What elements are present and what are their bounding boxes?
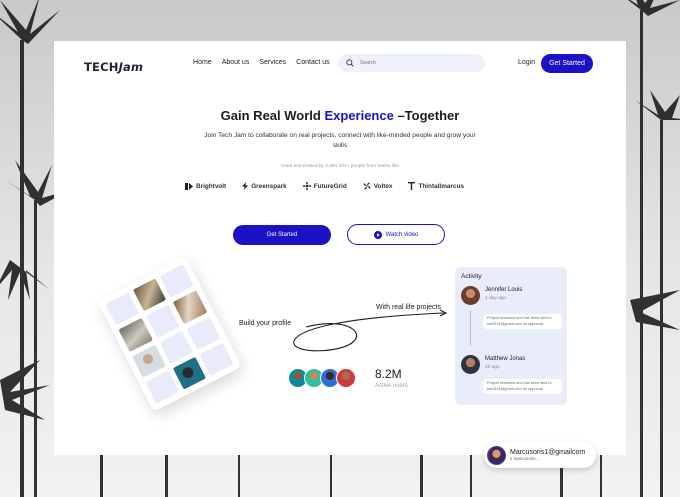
active-users-avatars bbox=[288, 368, 356, 388]
landing-page-card: TECHJam Home About us Services Contact u… bbox=[54, 41, 626, 455]
user-chip-name: Marcusoris1@gmailcom bbox=[510, 449, 586, 456]
activity-time: 1 day ago bbox=[485, 296, 507, 301]
avatar bbox=[461, 355, 480, 374]
activity-title: Activity bbox=[461, 273, 482, 280]
activity-card: Activity Jennifer Louis 1 day ago Projec… bbox=[455, 267, 567, 405]
activity-user-name: Matthew Jonas bbox=[485, 356, 526, 362]
activity-user-name: Jennifer Louis bbox=[485, 287, 523, 293]
avatar bbox=[487, 445, 506, 465]
user-chip[interactable]: Marcusoris1@gmailcom x marcusoris... bbox=[484, 442, 596, 468]
activity-entry[interactable]: Matthew Jonas 4h ago bbox=[461, 355, 525, 374]
activity-note: Project reviewed and has been sent to ti… bbox=[483, 314, 562, 329]
avatar bbox=[336, 368, 356, 388]
avatar bbox=[461, 286, 480, 305]
user-chip-handle: x marcusoris... bbox=[510, 456, 540, 461]
active-users-count: 8.2M bbox=[375, 367, 402, 381]
active-users-label: Active users bbox=[375, 383, 408, 389]
activity-time: 4h ago bbox=[485, 365, 500, 370]
activity-entry[interactable]: Jennifer Louis 1 day ago bbox=[461, 286, 522, 305]
timeline-line bbox=[470, 311, 471, 346]
activity-note: Project reviewed and has been sent to ti… bbox=[483, 379, 562, 394]
